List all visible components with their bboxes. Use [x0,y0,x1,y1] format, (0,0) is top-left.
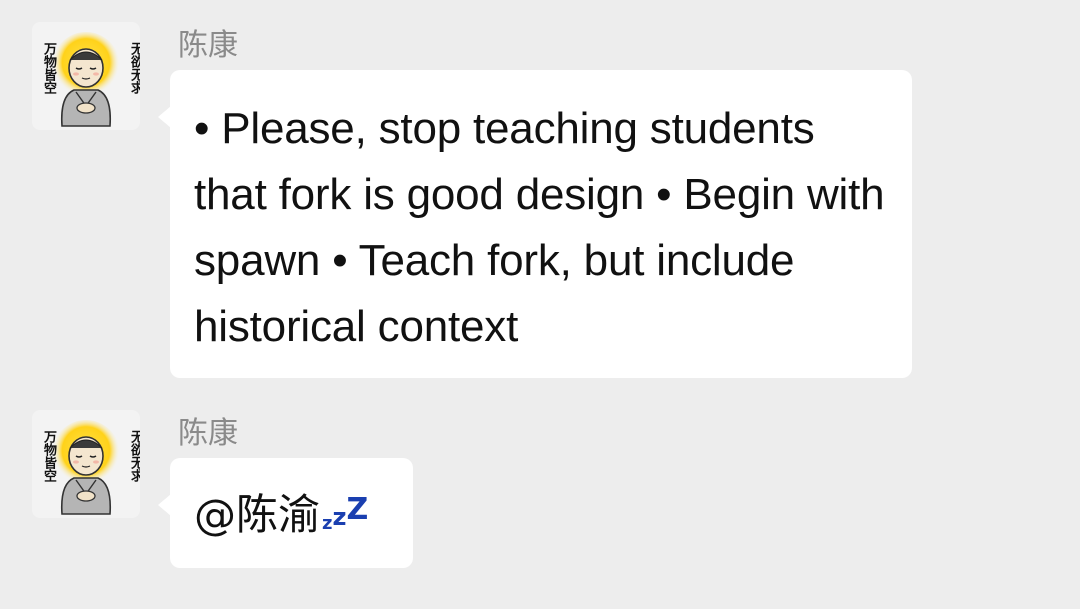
message-text-row: @陈渝 zzZ [194,488,368,551]
sleeping-zzz-icon: zzZ [322,492,369,534]
message-text: • Please, stop teaching students that fo… [194,104,885,351]
avatar-left-caption: 万物皆空 [41,42,56,94]
chat-view: 万物皆空 无欲无求 陈康 • Please, stop teaching stu… [0,0,1080,609]
sender-name: 陈康 [178,416,238,451]
avatar-right-caption: 无欲无求 [128,430,140,482]
avatar[interactable]: 万物皆空 无欲无求 [32,22,140,130]
mention-text: @陈渝 [194,490,321,539]
sender-name: 陈康 [178,28,238,63]
message-bubble[interactable]: • Please, stop teaching students that fo… [158,70,912,378]
avatar[interactable]: 万物皆空 无欲无求 [32,410,140,518]
avatar-left-caption: 万物皆空 [41,430,56,482]
message-bubble[interactable]: @陈渝 zzZ [158,458,413,568]
avatar-right-caption: 无欲无求 [128,42,140,94]
